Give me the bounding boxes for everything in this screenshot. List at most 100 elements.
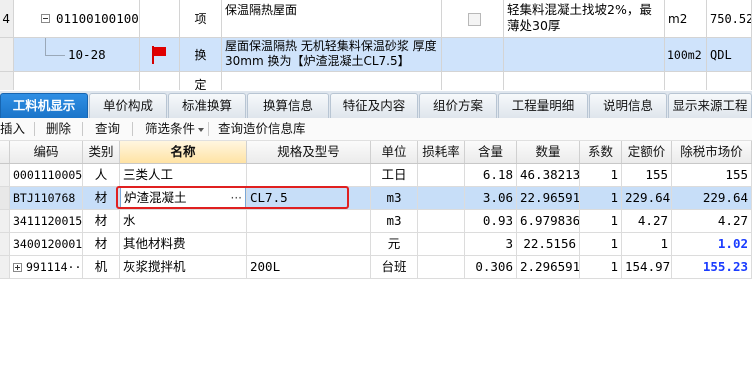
tab-features-content[interactable]: 特征及内容 xyxy=(330,93,418,118)
category-cell: 材 xyxy=(83,187,120,210)
market-price-cell[interactable]: 1.02 xyxy=(672,233,752,256)
code-cell[interactable]: BTJ110768 xyxy=(10,187,83,210)
flag-cell xyxy=(140,0,180,38)
market-price-cell[interactable]: 155.23 xyxy=(672,256,752,279)
table-row-selected[interactable]: BTJ110768 材 炉渣混凝土 ··· CL7.5 m3 3.06 22.9… xyxy=(0,187,752,210)
expand-plus-icon[interactable] xyxy=(13,263,22,272)
spec-cell[interactable]: 200L xyxy=(247,256,371,279)
type-cell: 定 xyxy=(180,72,222,90)
table-row[interactable]: 3400120001 材 其他材料费 元 3 22.5156 1 1 1.02 xyxy=(0,233,752,256)
norm-price-cell: 229.64 xyxy=(622,187,672,210)
name-cell[interactable]: 灰浆搅拌机 xyxy=(120,256,247,279)
table-row[interactable]: 991114··· 机 灰浆搅拌机 200L 台班 0.306 2.296591… xyxy=(0,256,752,279)
loss-rate-cell[interactable] xyxy=(418,164,465,187)
boq-tree-grid: 4 011001001002 项 保温隔热屋面 轻集料混凝土找坡2%，最薄处30… xyxy=(0,0,752,90)
market-price-cell[interactable]: 229.64 xyxy=(672,187,752,210)
category-cell: 材 xyxy=(83,233,120,256)
coefficient-cell[interactable]: 1 xyxy=(580,164,622,187)
name-cell-editing[interactable]: 炉渣混凝土 ··· xyxy=(120,187,247,210)
header-code[interactable]: 编码 xyxy=(10,141,83,163)
name-cell[interactable]: 其他材料费 xyxy=(120,233,247,256)
tab-standard-conversion[interactable]: 标准换算 xyxy=(168,93,246,118)
header-market-price[interactable]: 除税市场价 xyxy=(672,141,752,163)
spec-cell[interactable] xyxy=(247,233,371,256)
name-cell[interactable]: 三类人工 xyxy=(120,164,247,187)
header-loss-rate[interactable]: 损耗率 xyxy=(418,141,465,163)
feature-cell[interactable]: 轻集料混凝土找坡2%，最薄处30厚 xyxy=(504,0,665,38)
header-name[interactable]: 名称 xyxy=(120,141,247,163)
tab-source-project[interactable]: 显示来源工程 xyxy=(668,93,752,118)
unit-cell: m3 xyxy=(371,210,418,233)
amount-cell: 6.979836 xyxy=(517,210,580,233)
filter-dropdown[interactable]: 筛选条件 xyxy=(145,118,205,140)
tab-quantity-detail[interactable]: 工程量明细 xyxy=(498,93,588,118)
unit-cell: 100m2 xyxy=(665,38,707,72)
header-category[interactable]: 类别 xyxy=(83,141,120,163)
code-cell[interactable]: 991114··· xyxy=(10,256,83,279)
spec-cell[interactable] xyxy=(247,210,371,233)
header-spec[interactable]: 规格及型号 xyxy=(247,141,371,163)
collapse-toggle-icon[interactable] xyxy=(41,14,50,23)
content-cell[interactable]: 6.18 xyxy=(465,164,517,187)
tab-notes[interactable]: 说明信息 xyxy=(589,93,667,118)
code-cell[interactable]: 10-28 xyxy=(14,38,140,72)
coefficient-cell[interactable]: 1 xyxy=(580,187,622,210)
insert-button[interactable]: 插入 xyxy=(0,118,25,140)
name-cell[interactable]: 保温隔热屋面 xyxy=(222,0,442,38)
unit-cell: 台班 xyxy=(371,256,418,279)
header-norm-price[interactable]: 定额价 xyxy=(622,141,672,163)
code-cell[interactable]: 011001001002 xyxy=(14,0,140,38)
more-options-icon[interactable]: ··· xyxy=(231,188,242,208)
market-price-cell[interactable]: 155 xyxy=(672,164,752,187)
name-cell[interactable]: 水 xyxy=(120,210,247,233)
content-cell[interactable]: 3.06 xyxy=(465,187,517,210)
content-cell[interactable]: 0.306 xyxy=(465,256,517,279)
code-cell[interactable]: 3411120015 xyxy=(10,210,83,233)
tab-unit-price-composition[interactable]: 单价构成 xyxy=(89,93,167,118)
content-cell[interactable]: 3 xyxy=(465,233,517,256)
tab-labor-material-machine[interactable]: 工料机显示 xyxy=(0,93,88,118)
loss-rate-cell[interactable] xyxy=(418,210,465,233)
coefficient-cell[interactable]: 1 xyxy=(580,210,622,233)
coefficient-cell[interactable]: 1 xyxy=(580,233,622,256)
feature-cell[interactable] xyxy=(504,38,665,72)
delete-button[interactable]: 删除 xyxy=(46,118,71,140)
loss-rate-cell[interactable] xyxy=(418,233,465,256)
header-rownum xyxy=(0,141,10,163)
toolbar-divider xyxy=(82,122,83,136)
spec-cell[interactable] xyxy=(247,164,371,187)
header-content[interactable]: 含量 xyxy=(465,141,517,163)
header-coefficient[interactable]: 系数 xyxy=(580,141,622,163)
name-cell[interactable]: 屋面保温隔热 无机轻集料保温砂浆 厚度30mm 换为【炉渣混凝土CL7.5】 xyxy=(222,38,442,72)
row-number xyxy=(0,38,14,72)
lock-cell xyxy=(442,38,504,72)
loss-rate-cell[interactable] xyxy=(418,187,465,210)
quantity-cell: QDL xyxy=(707,38,752,72)
toolbar-divider xyxy=(208,122,209,136)
tab-pricing-plan[interactable]: 组价方案 xyxy=(419,93,497,118)
resource-grid: 编码 类别 名称 规格及型号 单位 损耗率 含量 数量 系数 定额价 除税市场价… xyxy=(0,141,752,366)
loss-rate-cell[interactable] xyxy=(418,256,465,279)
amount-cell: 46.382136 xyxy=(517,164,580,187)
boq-row-partial[interactable]: 定 xyxy=(0,72,752,90)
tab-conversion-info[interactable]: 换算信息 xyxy=(247,93,329,118)
header-unit[interactable]: 单位 xyxy=(371,141,418,163)
spec-cell[interactable]: CL7.5 xyxy=(247,187,371,210)
query-button[interactable]: 查询 xyxy=(95,118,120,140)
boq-row-norm[interactable]: 10-28 换 屋面保温隔热 无机轻集料保温砂浆 厚度30mm 换为【炉渣混凝土… xyxy=(0,38,752,72)
content-cell[interactable]: 0.93 xyxy=(465,210,517,233)
table-row[interactable]: 0001110005 人 三类人工 工日 6.18 46.382136 1 15… xyxy=(0,164,752,187)
name-edit-input[interactable]: 炉渣混凝土 ··· xyxy=(120,187,246,209)
unit-cell: 工日 xyxy=(371,164,418,187)
query-price-library-button[interactable]: 查询造价信息库 xyxy=(218,118,306,140)
coefficient-cell[interactable]: 1 xyxy=(580,256,622,279)
table-row[interactable]: 3411120015 材 水 m3 0.93 6.979836 1 4.27 4… xyxy=(0,210,752,233)
code-cell[interactable]: 3400120001 xyxy=(10,233,83,256)
boq-row-item[interactable]: 4 011001001002 项 保温隔热屋面 轻集料混凝土找坡2%，最薄处30… xyxy=(0,0,752,38)
code-cell[interactable]: 0001110005 xyxy=(10,164,83,187)
header-amount[interactable]: 数量 xyxy=(517,141,580,163)
category-cell: 人 xyxy=(83,164,120,187)
type-cell: 项 xyxy=(180,0,222,38)
lock-checkbox[interactable] xyxy=(468,13,481,26)
market-price-cell[interactable]: 4.27 xyxy=(672,210,752,233)
